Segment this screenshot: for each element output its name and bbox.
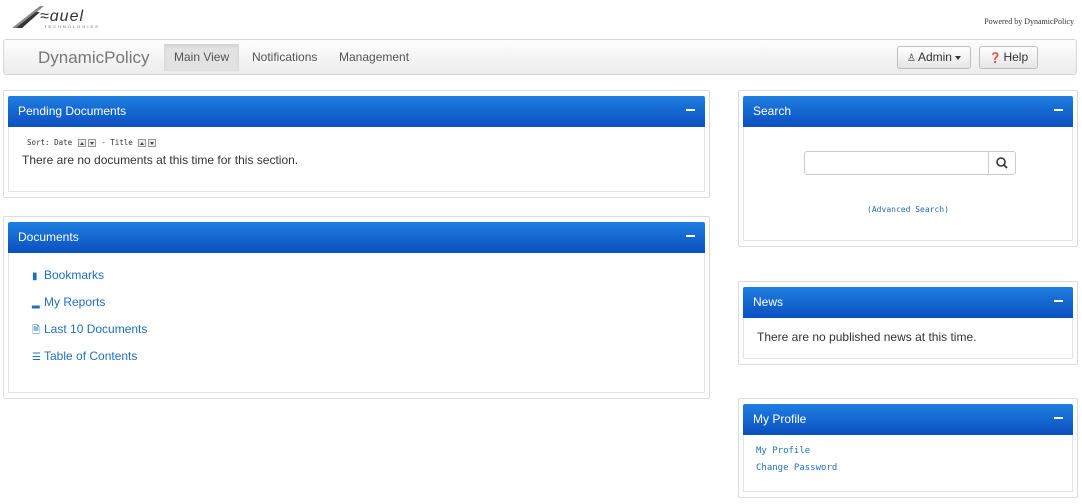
my-profile-panel: My Profile My Profile Change Password xyxy=(738,398,1078,498)
pending-empty-message: There are no documents at this time for … xyxy=(22,153,299,167)
search-title: Search xyxy=(753,104,792,118)
powered-by-text: Powered by DynamicPolicy xyxy=(984,17,1074,26)
my-profile-link[interactable]: My Profile xyxy=(756,446,810,456)
brand-title[interactable]: DynamicPolicy xyxy=(38,48,149,68)
news-body: There are no published news at this time… xyxy=(743,318,1073,359)
tab-management[interactable]: Management xyxy=(329,44,419,71)
bookmarks-link[interactable]: ▮ Bookmarks xyxy=(32,268,104,282)
news-empty-message: There are no published news at this time… xyxy=(757,330,977,344)
list-icon: ☰ xyxy=(32,352,41,363)
news-panel: News There are no published news at this… xyxy=(738,281,1078,365)
sort-date-asc-icon[interactable] xyxy=(77,139,86,147)
svg-text:≈ɑuel: ≈ɑuel xyxy=(40,8,84,25)
my-profile-title: My Profile xyxy=(753,412,807,426)
search-icon xyxy=(996,157,1008,169)
my-profile-body: My Profile Change Password xyxy=(743,435,1073,492)
pending-documents-header: Pending Documents xyxy=(8,96,705,127)
user-icon: ♙ xyxy=(907,53,916,64)
admin-menu-button[interactable]: ♙ Admin xyxy=(897,46,971,69)
table-of-contents-label: Table of Contents xyxy=(44,349,138,363)
bookmarks-label: Bookmarks xyxy=(44,268,105,282)
company-logo: ≈ɑuel TECHNOLOGIES xyxy=(10,4,140,30)
admin-label: Admin xyxy=(917,50,952,64)
bookmark-icon: ▮ xyxy=(32,271,38,282)
collapse-icon[interactable] xyxy=(1054,109,1063,111)
search-body: (Advanced Search) xyxy=(743,127,1073,241)
my-reports-link[interactable]: ▂ My Reports xyxy=(32,295,105,309)
question-circle-icon: ❓ xyxy=(989,53,1002,64)
sort-title-desc-icon[interactable] xyxy=(148,139,157,147)
sort-date-label: Sort: Date xyxy=(27,138,73,147)
search-button[interactable] xyxy=(988,151,1016,175)
svg-text:TECHNOLOGIES: TECHNOLOGIES xyxy=(44,24,100,29)
tab-main-view[interactable]: Main View xyxy=(164,44,240,71)
top-navbar: DynamicPolicy Main View Notifications Ma… xyxy=(3,39,1077,75)
news-title: News xyxy=(753,295,784,309)
last-10-documents-label: Last 10 Documents xyxy=(44,322,148,336)
tab-notifications[interactable]: Notifications xyxy=(242,44,327,71)
sort-controls: Sort: Date - Title xyxy=(27,138,157,147)
file-icon: 🗎 xyxy=(32,325,41,336)
collapse-icon[interactable] xyxy=(1054,300,1063,302)
signal-icon: ▂ xyxy=(32,298,40,309)
last-10-documents-link[interactable]: 🗎 Last 10 Documents xyxy=(32,322,147,340)
search-input[interactable] xyxy=(804,151,989,175)
sort-date-desc-icon[interactable] xyxy=(87,139,96,147)
search-panel: Search (Advanced Search) xyxy=(738,90,1078,247)
my-profile-header: My Profile xyxy=(743,404,1073,435)
news-header: News xyxy=(743,287,1073,318)
documents-header: Documents xyxy=(8,222,705,253)
help-label: Help xyxy=(1003,50,1029,64)
my-reports-label: My Reports xyxy=(44,295,106,309)
caret-down-icon xyxy=(954,55,961,60)
help-button[interactable]: ❓ Help xyxy=(979,46,1039,69)
collapse-icon[interactable] xyxy=(686,235,695,237)
documents-panel: Documents ▮ Bookmarks ▂ My Reports 🗎 Last 1… xyxy=(3,216,710,399)
sort-title-asc-icon[interactable] xyxy=(138,139,147,147)
documents-title: Documents xyxy=(18,230,79,244)
advanced-search-link[interactable]: (Advanced Search) xyxy=(744,205,1072,214)
collapse-icon[interactable] xyxy=(686,109,695,111)
sort-title-label: - Title xyxy=(101,138,133,147)
collapse-icon[interactable] xyxy=(1054,417,1063,419)
pending-documents-body: Sort: Date - Title There are no document… xyxy=(8,127,705,192)
documents-body: ▮ Bookmarks ▂ My Reports 🗎 Last 10 Document… xyxy=(8,253,705,393)
search-header: Search xyxy=(743,96,1073,127)
table-of-contents-link[interactable]: ☰ Table of Contents xyxy=(32,349,137,363)
pending-documents-title: Pending Documents xyxy=(18,104,127,118)
change-password-link[interactable]: Change Password xyxy=(756,463,837,473)
pending-documents-panel: Pending Documents Sort: Date - Title The… xyxy=(3,90,710,198)
